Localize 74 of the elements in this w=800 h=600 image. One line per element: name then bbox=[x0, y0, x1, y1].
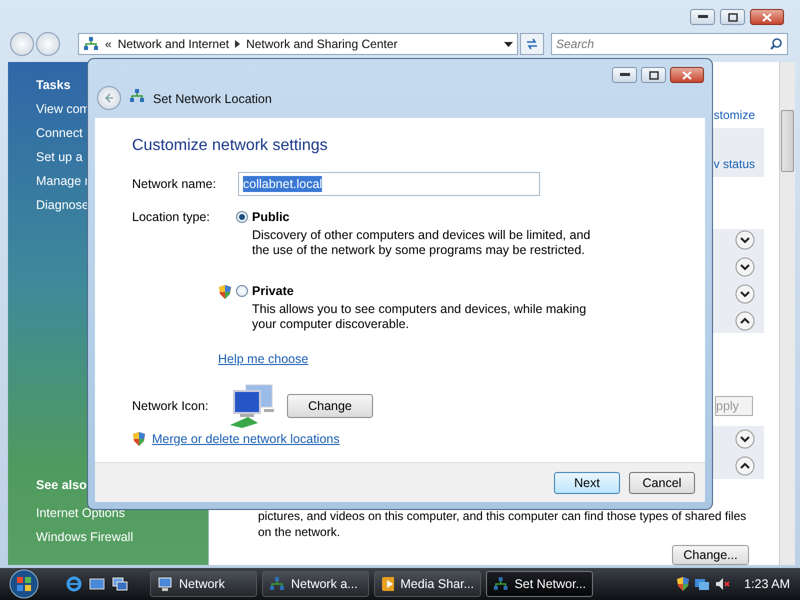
expand-button[interactable] bbox=[735, 257, 755, 278]
refresh-button[interactable] bbox=[520, 33, 544, 55]
maximize-icon bbox=[728, 12, 738, 22]
speaker-icon[interactable] bbox=[714, 576, 730, 592]
taskbar-button[interactable]: Network a... bbox=[262, 571, 369, 597]
close-button[interactable] bbox=[750, 9, 784, 25]
browser-icon[interactable] bbox=[66, 576, 82, 592]
windows-icon[interactable] bbox=[112, 576, 128, 592]
option-description: Discovery of other computers and devices will be limited, and the use of the network by some programs may be restricted. bbox=[252, 228, 592, 258]
change-button[interactable]: Change bbox=[287, 394, 373, 418]
input-field[interactable]: collabnet.local bbox=[238, 172, 540, 196]
shield-icon bbox=[132, 431, 146, 447]
taskbar-button[interactable]: Media Shar... bbox=[374, 571, 481, 597]
close-icon bbox=[682, 70, 692, 80]
dialog-button[interactable]: Cancel bbox=[629, 472, 695, 494]
collapse-button[interactable] bbox=[735, 311, 755, 332]
sidebar-heading: Tasks bbox=[36, 78, 72, 92]
network-icon bbox=[83, 36, 99, 52]
change-button[interactable]: Change... bbox=[672, 545, 749, 565]
radio-button[interactable] bbox=[236, 285, 248, 297]
back-arrow-icon bbox=[104, 93, 114, 103]
desktop-icon[interactable] bbox=[89, 576, 105, 592]
customize-link[interactable]: stomize bbox=[714, 108, 755, 122]
view-status-link[interactable]: v status bbox=[714, 157, 755, 172]
close-icon bbox=[762, 12, 772, 22]
minimize-button[interactable] bbox=[612, 67, 637, 83]
search-field[interactable]: Search bbox=[551, 33, 788, 55]
expand-button[interactable] bbox=[735, 284, 755, 304]
help-link[interactable]: Help me choose bbox=[218, 352, 308, 366]
network-icon bbox=[269, 576, 285, 592]
minimize-icon bbox=[698, 15, 708, 19]
option-label[interactable]: Private bbox=[252, 284, 592, 298]
option-label[interactable]: Public bbox=[252, 210, 592, 224]
expand-button[interactable] bbox=[735, 428, 755, 449]
sidebar-heading: See also bbox=[36, 478, 88, 492]
dialog-heading: Customize network settings bbox=[132, 137, 329, 155]
description-text: on the network. bbox=[258, 524, 342, 540]
address-bar[interactable]: « Network and Internet Network and Sharing Center bbox=[78, 33, 518, 55]
media-icon bbox=[381, 576, 394, 592]
arrow-icon bbox=[235, 40, 240, 48]
close-button[interactable] bbox=[670, 67, 704, 83]
collapse-button[interactable] bbox=[735, 456, 755, 476]
taskbar-button[interactable]: Set Networ... bbox=[486, 571, 593, 597]
option-description: This allows you to see computers and devices, while making your computer discoverable. bbox=[252, 302, 588, 332]
search-icon bbox=[770, 38, 782, 50]
network-icon bbox=[129, 88, 145, 104]
network-setup-icon bbox=[493, 576, 508, 592]
breadcrumb[interactable]: Network and Sharing Center bbox=[246, 37, 398, 51]
field-label: Location type: bbox=[132, 210, 211, 226]
radio-button[interactable] bbox=[236, 211, 248, 223]
network-tray-icon[interactable] bbox=[694, 576, 710, 592]
description-text: pictures, and videos on this computer, and this computer can find those types of shared files bbox=[258, 508, 748, 524]
scrollbar[interactable] bbox=[779, 62, 795, 565]
scroll-thumb[interactable] bbox=[781, 110, 794, 172]
dropdown-icon[interactable] bbox=[504, 42, 513, 46]
refresh-icon bbox=[525, 38, 539, 50]
field-label: Network name: bbox=[132, 177, 218, 191]
maximize-icon bbox=[648, 70, 658, 80]
shield-icon bbox=[218, 284, 232, 300]
breadcrumb[interactable]: Network and Internet bbox=[118, 37, 230, 51]
computer-icon bbox=[157, 576, 173, 592]
field-label: Network Icon: bbox=[132, 399, 210, 413]
taskbar-button[interactable]: Network bbox=[150, 571, 257, 597]
minimize-button[interactable] bbox=[690, 9, 715, 25]
shield-icon bbox=[676, 576, 690, 592]
clock[interactable]: 1:23 AM bbox=[744, 577, 790, 591]
maximize-button[interactable] bbox=[720, 9, 745, 25]
minimize-icon bbox=[620, 73, 630, 77]
dialog-button[interactable]: Next bbox=[554, 472, 620, 494]
merge-link[interactable]: Merge or delete network locations bbox=[152, 432, 340, 446]
overflow-chevron[interactable]: « bbox=[105, 37, 112, 51]
expand-button[interactable] bbox=[735, 230, 755, 250]
maximize-button[interactable] bbox=[641, 67, 666, 83]
window-title: Set Network Location bbox=[153, 92, 272, 106]
